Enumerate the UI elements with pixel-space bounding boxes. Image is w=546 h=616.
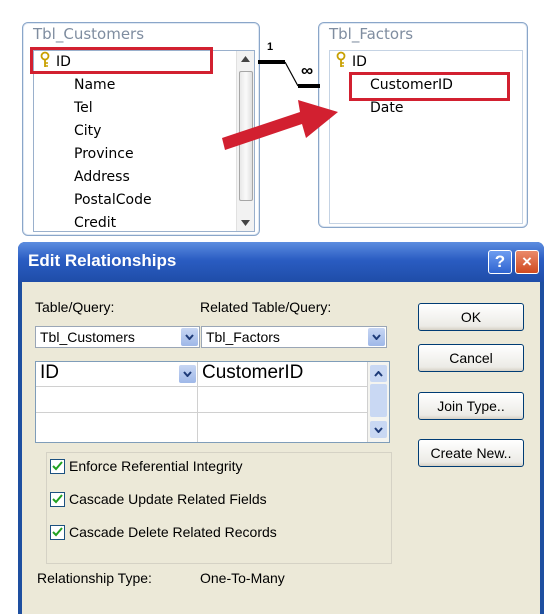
- relationship-type-label: Relationship Type:: [37, 570, 152, 586]
- field-list-item[interactable]: Name: [34, 74, 254, 97]
- related-field-value: CustomerID: [202, 362, 304, 383]
- grid-cell[interactable]: [198, 413, 368, 442]
- create-new-button[interactable]: Create New..: [418, 439, 524, 467]
- factors-table-title: Tbl_Factors: [329, 25, 414, 43]
- highlight-customerid-field: [349, 72, 510, 101]
- field-name: Address: [74, 169, 130, 185]
- field-list-item[interactable]: Credit: [34, 212, 254, 231]
- one-side-label: 1: [267, 41, 274, 53]
- field-name: City: [74, 123, 102, 139]
- cancel-button[interactable]: Cancel: [418, 344, 524, 372]
- field-list-item[interactable]: ID: [330, 51, 522, 74]
- field-name: Credit: [74, 215, 117, 231]
- chevron-down-icon[interactable]: [181, 328, 198, 346]
- customers-scrollbar[interactable]: [236, 51, 254, 231]
- related-table-query-value: Tbl_Factors: [206, 329, 280, 345]
- cascade-update-checkbox[interactable]: Cascade Update Related Fields: [50, 488, 267, 510]
- highlight-id-field: [30, 47, 213, 74]
- scroll-up-arrow-icon[interactable]: [370, 365, 387, 382]
- field-name: Date: [370, 100, 404, 116]
- close-button[interactable]: ×: [515, 250, 539, 274]
- field-list-item[interactable]: PostalCode: [34, 189, 254, 212]
- join-type-button[interactable]: Join Type..: [418, 392, 524, 420]
- field-mapping-grid[interactable]: ID CustomerID: [35, 361, 390, 443]
- table-query-select[interactable]: Tbl_Customers: [35, 326, 200, 348]
- customers-field-list[interactable]: ID Name Tel City Province Address Postal…: [33, 50, 255, 232]
- grid-cell[interactable]: [36, 387, 198, 413]
- field-name: Tel: [74, 100, 93, 116]
- table-query-value: Tbl_Customers: [40, 329, 135, 345]
- grid-scrollbar[interactable]: [368, 362, 389, 442]
- checkmark-icon[interactable]: [50, 458, 65, 474]
- checkmark-icon[interactable]: [50, 491, 65, 507]
- relationship-type-value: One-To-Many: [200, 570, 285, 586]
- field-list-item[interactable]: City: [34, 120, 254, 143]
- customers-table-title: Tbl_Customers: [33, 25, 145, 43]
- related-table-query-label: Related Table/Query:: [200, 299, 332, 315]
- enforce-integrity-checkbox[interactable]: Enforce Referential Integrity: [50, 455, 243, 477]
- scroll-up-arrow-icon[interactable]: [237, 51, 254, 67]
- grid-cell[interactable]: [198, 387, 368, 413]
- field-name: ID: [352, 54, 367, 70]
- edit-relationships-dialog[interactable]: Edit Relationships ? × Table/Query: Rela…: [18, 242, 544, 614]
- table-query-label: Table/Query:: [35, 299, 115, 315]
- chevron-down-icon[interactable]: [179, 365, 196, 383]
- help-button[interactable]: ?: [488, 250, 512, 274]
- field-name: PostalCode: [74, 192, 152, 208]
- checkbox-label: Cascade Delete Related Records: [69, 524, 277, 540]
- primary-field-value: ID: [40, 362, 59, 383]
- scroll-down-arrow-icon[interactable]: [370, 421, 387, 438]
- field-list-item[interactable]: Address: [34, 166, 254, 189]
- field-list-item[interactable]: Tel: [34, 97, 254, 120]
- grid-cell[interactable]: ID: [36, 362, 198, 387]
- many-side-label: ∞: [301, 61, 314, 80]
- cascade-delete-checkbox[interactable]: Cascade Delete Related Records: [50, 521, 277, 543]
- dialog-title: Edit Relationships: [28, 251, 177, 270]
- field-list-item[interactable]: Province: [34, 143, 254, 166]
- grid-cell[interactable]: [36, 413, 198, 442]
- checkbox-label: Cascade Update Related Fields: [69, 491, 267, 507]
- grid-cell[interactable]: CustomerID: [198, 362, 368, 387]
- field-name: Name: [74, 77, 116, 93]
- primary-key-icon: [336, 51, 348, 74]
- related-table-query-select[interactable]: Tbl_Factors: [201, 326, 387, 348]
- dialog-titlebar[interactable]: Edit Relationships ? ×: [18, 242, 544, 282]
- ok-button[interactable]: OK: [418, 303, 524, 331]
- scroll-thumb[interactable]: [239, 71, 253, 201]
- dialog-body: Table/Query: Related Table/Query: Tbl_Cu…: [22, 282, 540, 614]
- checkmark-icon[interactable]: [50, 524, 65, 540]
- scroll-thumb[interactable]: [370, 384, 387, 417]
- scroll-down-arrow-icon[interactable]: [237, 215, 254, 231]
- checkbox-label: Enforce Referential Integrity: [69, 458, 243, 474]
- field-name: Province: [74, 146, 134, 162]
- chevron-down-icon[interactable]: [368, 328, 385, 346]
- factors-table-window[interactable]: Tbl_Factors ID CustomerID Date: [318, 22, 528, 228]
